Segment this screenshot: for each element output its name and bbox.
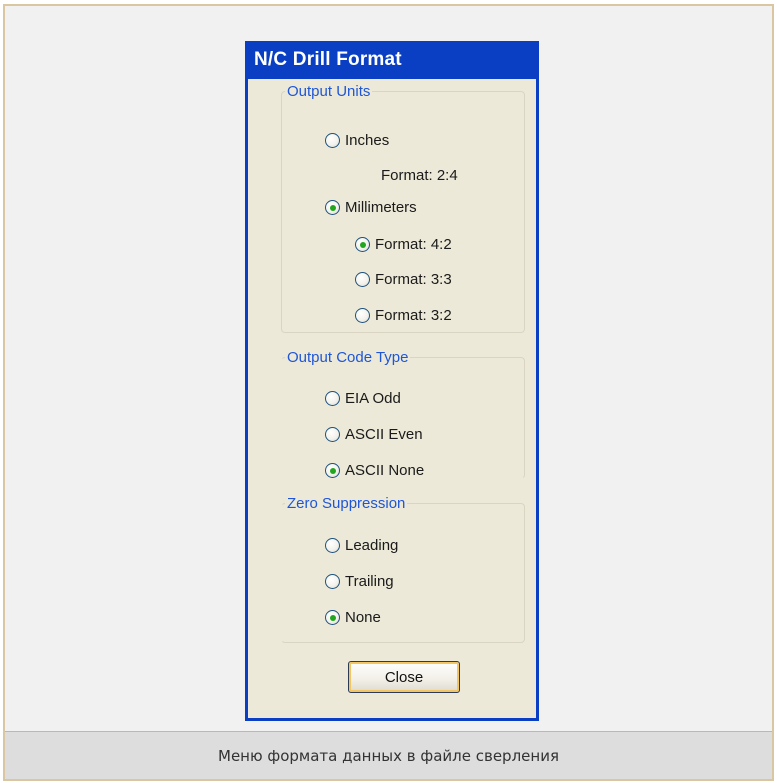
radio-eia-odd[interactable]: EIA Odd [325,390,401,407]
radio-circle-icon [325,391,340,406]
radio-selected-icon [325,610,340,625]
radio-format-3-3-label: Format: 3:3 [375,271,452,288]
radio-circle-icon [355,272,370,287]
radio-circle-icon [355,308,370,323]
nc-drill-format-dialog: N/C Drill Format Output Units Inches For… [245,41,539,721]
figure-frame: N/C Drill Format Output Units Inches For… [3,4,774,781]
output-code-type-group: Output Code Type [281,349,525,479]
radio-circle-icon [325,133,340,148]
radio-format-4-2-label: Format: 4:2 [375,236,452,253]
radio-eia-odd-label: EIA Odd [345,390,401,407]
radio-selected-icon [355,237,370,252]
dialog-client-area: Output Units Inches Format: 2:4 Millimet… [248,79,536,718]
radio-format-3-2[interactable]: Format: 3:2 [355,307,452,324]
radio-leading-label: Leading [345,537,399,554]
radio-selected-icon [325,200,340,215]
radio-format-4-2[interactable]: Format: 4:2 [355,236,452,253]
radio-trailing[interactable]: Trailing [325,573,394,590]
zero-suppression-legend: Zero Suppression [285,495,408,512]
output-units-legend: Output Units [285,83,373,100]
radio-ascii-even-label: ASCII Even [345,426,423,443]
radio-selected-icon [325,463,340,478]
figure-caption: Меню формата данных в файле сверления [5,731,772,779]
radio-none-label: None [345,609,381,626]
radio-inches[interactable]: Inches [325,132,389,149]
close-button[interactable]: Close [348,661,460,693]
output-code-type-legend: Output Code Type [285,349,411,366]
radio-circle-icon [325,574,340,589]
radio-none[interactable]: None [325,609,381,626]
radio-millimeters[interactable]: Millimeters [325,199,417,216]
radio-circle-icon [325,538,340,553]
zero-suppression-group: Zero Suppression [281,495,525,643]
radio-leading[interactable]: Leading [325,537,398,554]
radio-circle-icon [325,427,340,442]
dialog-title: N/C Drill Format [254,49,402,70]
radio-ascii-none-label: ASCII None [345,462,425,479]
radio-ascii-even[interactable]: ASCII Even [325,426,423,443]
radio-ascii-none[interactable]: ASCII None [325,462,424,479]
radio-millimeters-label: Millimeters [345,199,417,216]
radio-inches-label: Inches [345,132,390,149]
radio-format-3-2-label: Format: 3:2 [375,307,452,324]
radio-format-3-3[interactable]: Format: 3:3 [355,271,452,288]
inches-format-text: Format: 2:4 [381,167,458,184]
radio-trailing-label: Trailing [345,573,394,590]
